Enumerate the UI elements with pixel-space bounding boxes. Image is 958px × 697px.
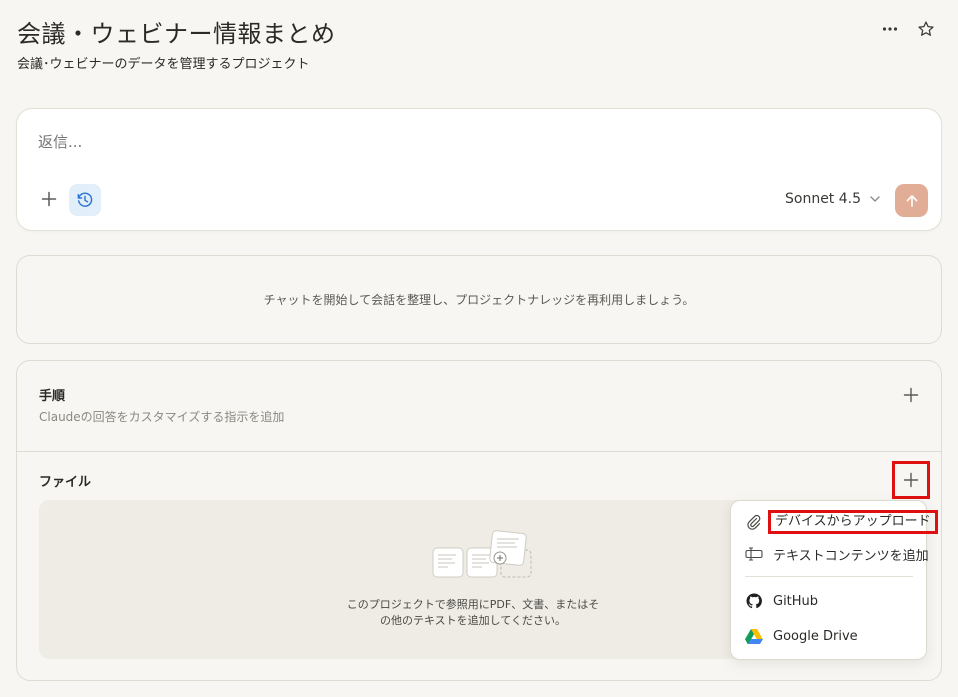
- chat-composer: Sonnet 4.5: [16, 108, 942, 231]
- attach-button[interactable]: [37, 187, 61, 211]
- arrow-up-icon: [906, 194, 917, 207]
- dropzone-text-line-2: の他のテキストを追加してください。: [379, 614, 566, 627]
- text-cursor-icon: [745, 545, 763, 563]
- menu-item-github[interactable]: GitHub: [745, 590, 818, 612]
- add-file-button[interactable]: [892, 461, 930, 499]
- menu-item-label: デバイスからアップロード: [768, 510, 938, 534]
- instructions-title: 手順: [39, 389, 66, 404]
- page-title: 会議・ウェビナー情報まとめ: [17, 20, 336, 48]
- add-file-menu: デバイスからアップロード テキストコンテンツを追加 GitHub Google …: [730, 500, 938, 660]
- plus-icon: [903, 387, 919, 403]
- github-icon: [745, 592, 763, 610]
- chat-empty-text: チャットを開始して会話を整理し、プロジェクトナレッジを再利用しましょう。: [263, 293, 695, 307]
- menu-item-google-drive[interactable]: Google Drive: [745, 625, 858, 647]
- files-title: ファイル: [39, 475, 92, 490]
- plus-icon: [41, 191, 57, 207]
- dropzone-text: このプロジェクトで参照用にPDF、文書、またはそ の他のテキストを追加してくださ…: [339, 597, 607, 629]
- documents-illustration-icon: [432, 530, 532, 578]
- menu-item-upload-from-device[interactable]: デバイスからアップロード: [745, 510, 938, 534]
- menu-item-add-text-content[interactable]: テキストコンテンツを追加: [745, 543, 929, 565]
- dropzone-text-line-1: このプロジェクトで参照用にPDF、文書、またはそ: [346, 598, 600, 611]
- instructions-description: Claudeの回答をカスタマイズする指示を追加: [39, 410, 285, 424]
- section-divider: [17, 451, 941, 452]
- menu-item-label: Google Drive: [773, 628, 858, 644]
- add-instructions-button[interactable]: [900, 384, 922, 406]
- clock-icon: [77, 192, 93, 207]
- chevron-down-icon: [870, 196, 880, 202]
- menu-divider: [745, 576, 913, 577]
- plus-icon: [903, 472, 919, 488]
- model-label: Sonnet 4.5: [785, 191, 862, 207]
- menu-item-label: テキストコンテンツを追加: [773, 548, 929, 564]
- more-options-button[interactable]: [877, 16, 903, 42]
- history-toggle-button[interactable]: [69, 184, 101, 216]
- google-drive-icon: [745, 627, 763, 645]
- paperclip-icon: [745, 513, 763, 531]
- favorite-button[interactable]: [913, 16, 939, 42]
- chat-list-empty-state: チャットを開始して会話を整理し、プロジェクトナレッジを再利用しましょう。: [16, 255, 942, 344]
- reply-input[interactable]: [38, 133, 738, 151]
- page-subtitle: 会議･ウェビナーのデータを管理するプロジェクト: [17, 57, 310, 72]
- send-button[interactable]: [895, 184, 928, 217]
- model-selector[interactable]: Sonnet 4.5: [785, 191, 881, 207]
- star-icon: [918, 21, 934, 36]
- menu-item-label: GitHub: [773, 593, 819, 609]
- more-horizontal-icon: [882, 27, 898, 31]
